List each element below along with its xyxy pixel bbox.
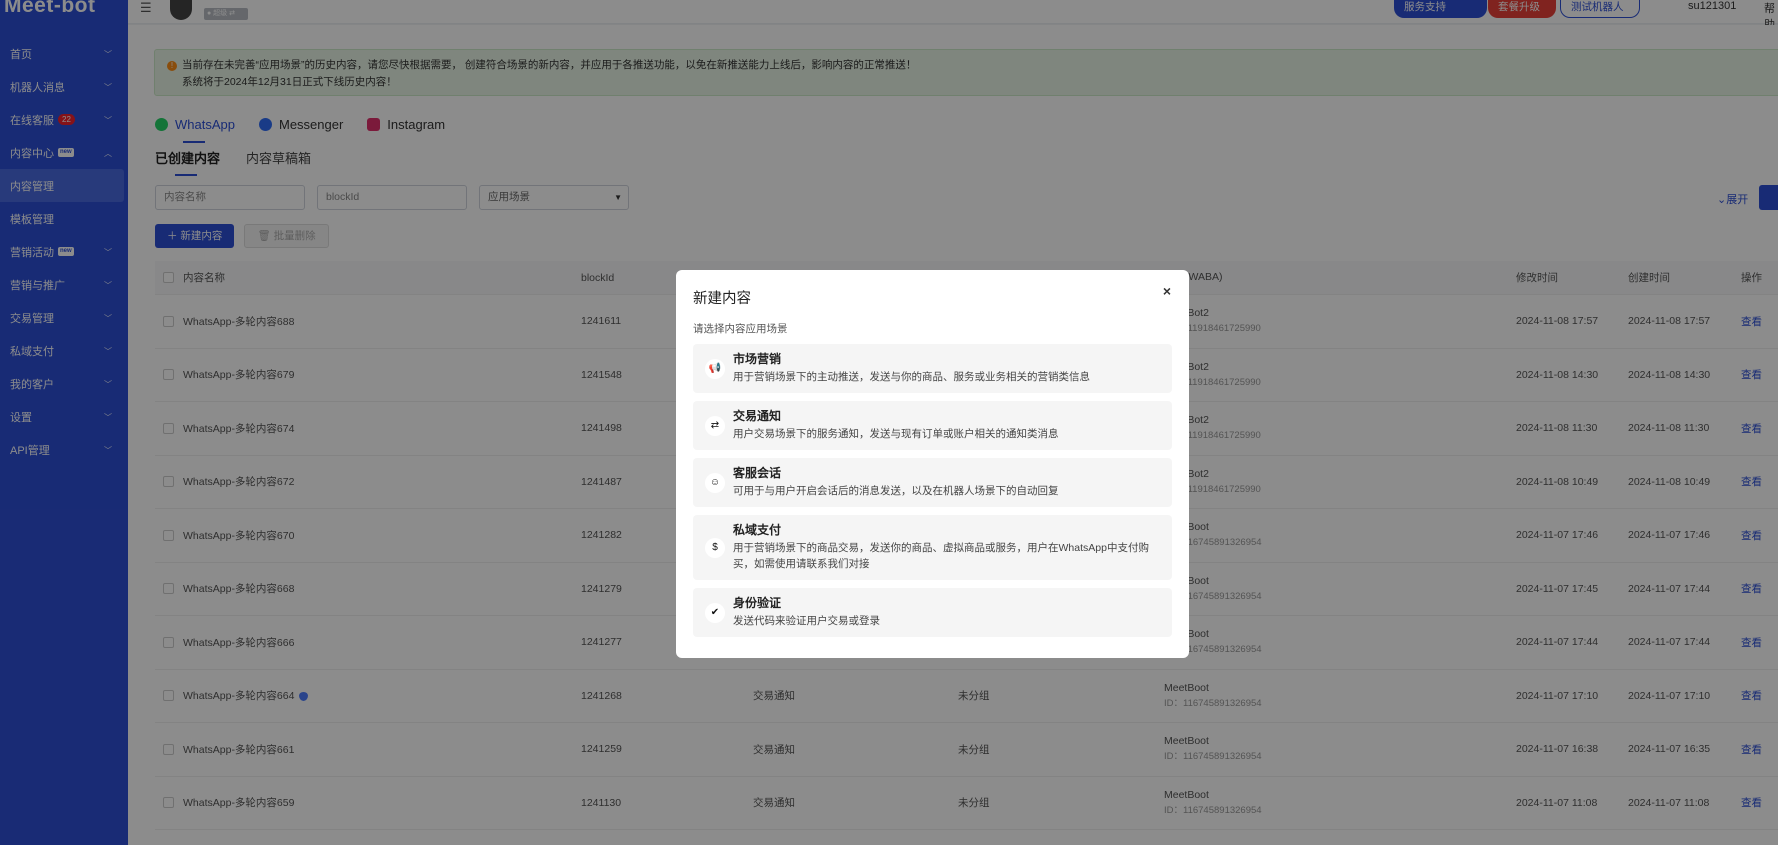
money-bag-icon: $ xyxy=(705,537,725,558)
option-title: 私域支付 xyxy=(733,523,782,537)
option-desc: 可用于与用户开启会话后的消息发送，以及在机器人场景下的自动回复 xyxy=(733,485,1059,497)
scene-option-private-payment[interactable]: $ 私域支付 用于营销场景下的商品交易，发送你的商品、虚拟商品或服务，用户在Wh… xyxy=(693,515,1172,580)
option-desc: 发送代码来验证用户交易或登录 xyxy=(733,615,880,627)
option-title: 客服会话 xyxy=(733,466,782,480)
option-title: 市场营销 xyxy=(733,352,782,366)
scene-option-customer-service[interactable]: ☺ 客服会话 可用于与用户开启会话后的消息发送，以及在机器人场景下的自动回复 xyxy=(693,458,1172,507)
megaphone-icon: 📢 xyxy=(705,358,725,379)
agent-icon: ☺ xyxy=(705,472,725,493)
transaction-icon: ⇄ xyxy=(705,415,725,436)
scene-option-marketing[interactable]: 📢 市场营销 用于营销场景下的主动推送，发送与你的商品、服务或业务相关的营销类信… xyxy=(693,344,1172,393)
option-title: 身份验证 xyxy=(733,596,782,610)
close-icon[interactable]: × xyxy=(1163,283,1171,299)
shield-check-icon: ✔ xyxy=(705,602,725,623)
modal-title: 新建内容 xyxy=(693,291,751,307)
option-desc: 用于营销场景下的主动推送，发送与你的商品、服务或业务相关的营销类信息 xyxy=(733,371,1090,383)
option-desc: 用户交易场景下的服务通知，发送与现有订单或账户相关的通知类消息 xyxy=(733,428,1059,440)
option-desc: 用于营销场景下的商品交易，发送你的商品、虚拟商品或服务，用户在WhatsApp中… xyxy=(733,542,1149,570)
modal-subtitle: 请选择内容应用场景 xyxy=(693,323,788,335)
new-content-modal: 新建内容 × 请选择内容应用场景 📢 市场营销 用于营销场景下的主动推送，发送与… xyxy=(676,270,1189,658)
scene-option-transaction[interactable]: ⇄ 交易通知 用户交易场景下的服务通知，发送与现有订单或账户相关的通知类消息 xyxy=(693,401,1172,450)
scene-option-authentication[interactable]: ✔ 身份验证 发送代码来验证用户交易或登录 xyxy=(693,588,1172,637)
option-title: 交易通知 xyxy=(733,409,782,423)
